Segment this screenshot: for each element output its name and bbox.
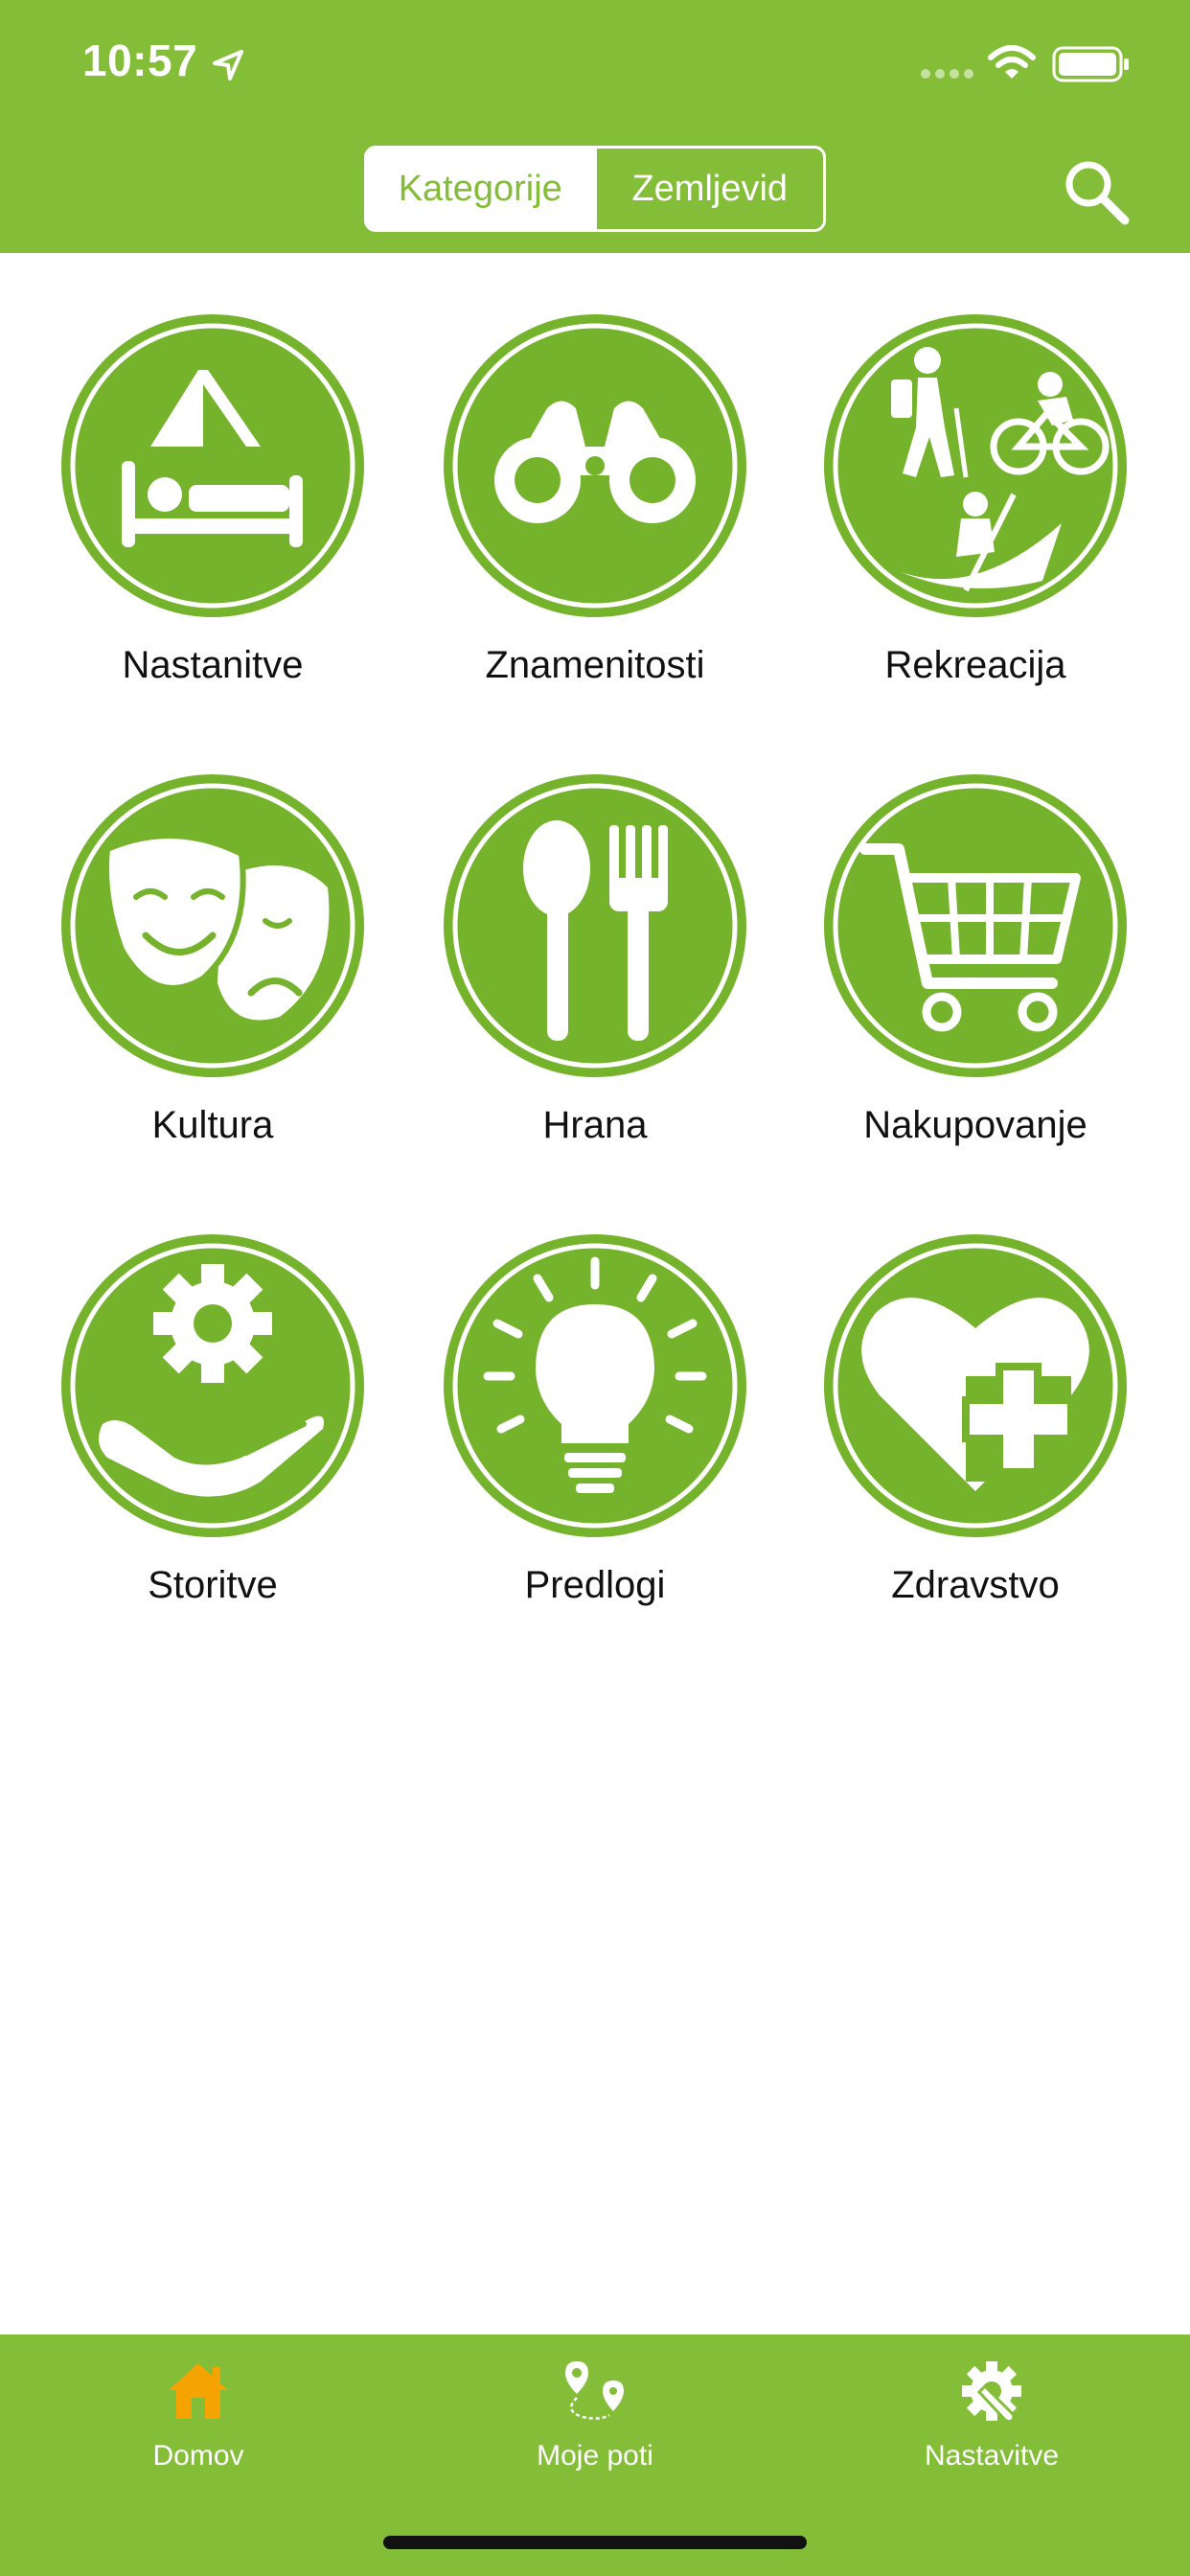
heart-plus-icon <box>824 1234 1127 1537</box>
view-segmented-control: Kategorije Zemljevid <box>364 146 826 232</box>
top-bar: 10:57 Kategorije Zemljevid <box>0 0 1190 253</box>
tab-label: Moje poti <box>537 2440 653 2472</box>
category-hrana[interactable]: Hrana <box>403 713 787 1146</box>
category-nastanitve[interactable]: Nastanitve <box>21 253 404 686</box>
location-arrow-icon <box>213 50 243 80</box>
home-icon <box>169 2363 228 2419</box>
category-label: Nakupovanje <box>863 1104 1087 1146</box>
status-time: 10:57 <box>82 35 198 85</box>
signal-icon <box>921 69 973 79</box>
spoon-fork-icon <box>444 774 746 1077</box>
category-predlogi[interactable]: Predlogi <box>403 1173 787 1606</box>
category-label: Znamenitosti <box>485 644 705 686</box>
wifi-icon <box>988 45 1036 79</box>
gear-hand-icon <box>61 1234 364 1537</box>
binoculars-icon <box>444 314 746 617</box>
category-label: Kultura <box>151 1104 274 1146</box>
category-label: Rekreacija <box>884 644 1066 686</box>
battery-icon <box>1052 46 1129 82</box>
search-icon[interactable] <box>1058 153 1134 230</box>
segment-kategorije[interactable]: Kategorije <box>367 149 594 229</box>
shopping-cart-icon <box>824 774 1127 1077</box>
category-label: Hrana <box>542 1104 648 1146</box>
tab-label: Domov <box>152 2440 244 2472</box>
hiking-cycling-kayak-icon <box>824 314 1127 617</box>
category-label: Zdravstvo <box>891 1564 1060 1606</box>
tent-bed-icon <box>61 314 364 617</box>
tab-domov[interactable]: Domov <box>0 2334 397 2576</box>
route-pins-icon <box>565 2361 624 2420</box>
category-storitve[interactable]: Storitve <box>21 1173 404 1606</box>
category-znamenitosti[interactable]: Znamenitosti <box>403 253 787 686</box>
gear-wrench-icon <box>962 2361 1021 2424</box>
category-kultura[interactable]: Kultura <box>21 713 404 1146</box>
category-label: Storitve <box>148 1564 278 1606</box>
segment-zemljevid[interactable]: Zemljevid <box>593 149 824 229</box>
category-label: Nastanitve <box>122 644 304 686</box>
category-label: Predlogi <box>524 1564 666 1606</box>
category-rekreacija[interactable]: Rekreacija <box>784 253 1167 686</box>
home-indicator[interactable] <box>383 2536 807 2549</box>
tab-nastavitve[interactable]: Nastavitve <box>793 2334 1190 2576</box>
category-zdravstvo[interactable]: Zdravstvo <box>784 1173 1167 1606</box>
lightbulb-icon <box>444 1234 746 1537</box>
theater-masks-icon <box>61 774 364 1077</box>
tab-label: Nastavitve <box>924 2440 1060 2472</box>
category-nakupovanje[interactable]: Nakupovanje <box>784 713 1167 1146</box>
